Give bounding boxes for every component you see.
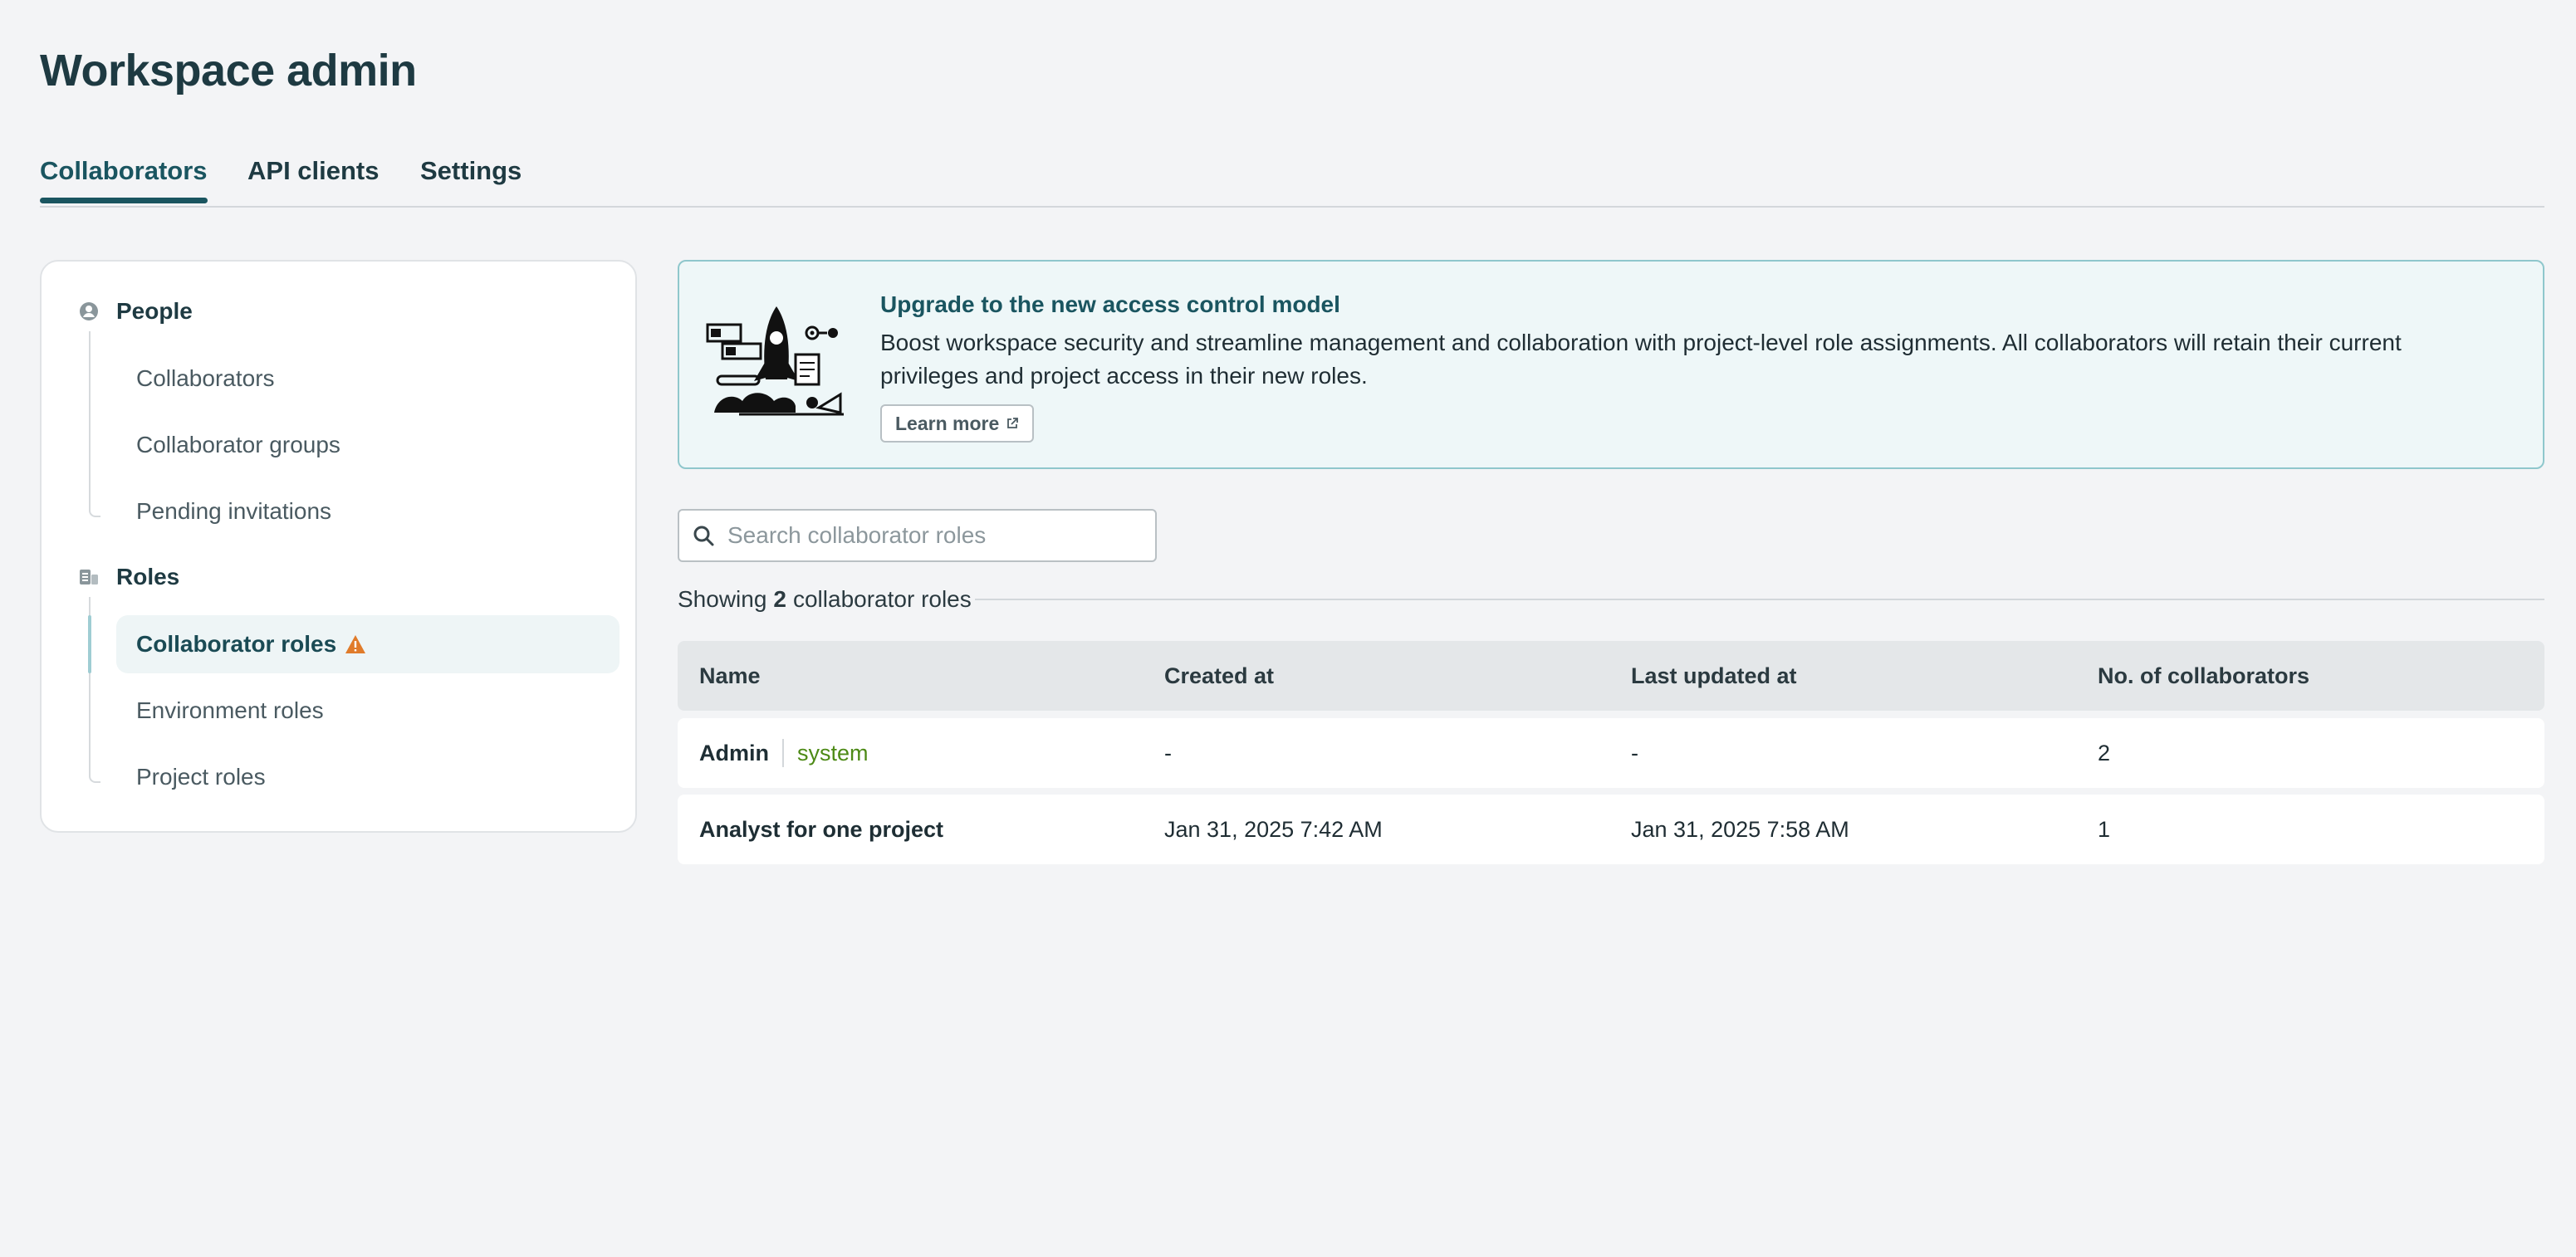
sidebar-item-collaborator-groups[interactable]: Collaborator groups xyxy=(116,416,620,474)
tab-api-clients[interactable]: API clients xyxy=(247,156,380,201)
summary-count: 2 xyxy=(773,586,786,612)
table-header: Name Created at Last updated at No. of c… xyxy=(678,641,2544,711)
sidebar-item-project-roles[interactable]: Project roles xyxy=(116,748,620,806)
created-at-cell: - xyxy=(1164,740,1172,765)
table-row[interactable]: Analyst for one project Jan 31, 2025 7:4… xyxy=(678,795,2544,864)
column-header-collaborator-count[interactable]: No. of collaborators xyxy=(2098,641,2309,711)
rocket-illustration xyxy=(706,303,847,419)
system-badge: system xyxy=(797,740,869,765)
sidebar: People Collaborators Collaborator groups… xyxy=(40,260,637,833)
banner-content: Upgrade to the new access control model … xyxy=(880,291,2493,443)
sidebar-section-label: Roles xyxy=(116,564,180,589)
column-header-created-at[interactable]: Created at xyxy=(1164,641,1274,711)
results-summary: Showing 2 collaborator roles xyxy=(678,583,972,616)
sidebar-section-label: People xyxy=(116,298,193,324)
upgrade-banner: Upgrade to the new access control model … xyxy=(678,260,2544,469)
role-name-cell: Admin system xyxy=(699,718,869,788)
learn-more-button[interactable]: Learn more xyxy=(880,404,1035,443)
warning-icon xyxy=(345,634,366,654)
summary-prefix: Showing xyxy=(678,586,767,612)
tree-line xyxy=(89,331,100,517)
collaborator-count-cell: 1 xyxy=(2098,816,2111,842)
learn-more-label: Learn more xyxy=(895,412,1000,434)
sidebar-item-pending-invitations[interactable]: Pending invitations xyxy=(116,482,620,540)
external-link-icon xyxy=(1007,418,1019,428)
last-updated-cell: Jan 31, 2025 7:58 AM xyxy=(1631,816,1849,842)
role-name-cell: Analyst for one project xyxy=(699,816,944,842)
banner-title: Upgrade to the new access control model xyxy=(880,291,1340,317)
tab-settings[interactable]: Settings xyxy=(420,156,522,201)
table-row[interactable]: Admin system - - 2 xyxy=(678,718,2544,788)
tab-collaborators[interactable]: Collaborators xyxy=(40,156,208,203)
column-header-last-updated-at[interactable]: Last updated at xyxy=(1631,641,1797,711)
last-updated-cell: - xyxy=(1631,740,1638,765)
active-indicator xyxy=(88,615,91,673)
search-box xyxy=(678,509,1157,562)
divider xyxy=(782,739,784,767)
user-circle-icon xyxy=(78,301,100,322)
page-title: Workspace admin xyxy=(40,46,417,95)
search-input[interactable] xyxy=(727,522,1126,549)
column-header-name[interactable]: Name xyxy=(699,641,761,711)
divider xyxy=(975,599,2544,600)
role-name: Admin xyxy=(699,740,769,765)
created-at-cell: Jan 31, 2025 7:42 AM xyxy=(1164,816,1383,842)
sidebar-section-people: People xyxy=(78,295,193,328)
sidebar-item-collaborator-roles[interactable]: Collaborator roles xyxy=(116,615,620,673)
sidebar-item-collaborators[interactable]: Collaborators xyxy=(116,350,620,408)
tab-bar: Collaborators API clients Settings xyxy=(40,153,2544,208)
sidebar-section-roles: Roles xyxy=(78,560,179,594)
banner-description: Boost workspace security and streamline … xyxy=(880,330,2402,389)
search-icon xyxy=(693,526,714,546)
summary-suffix: collaborator roles xyxy=(792,586,972,612)
collaborator-count-cell: 2 xyxy=(2098,740,2111,765)
roles-icon xyxy=(78,566,100,588)
sidebar-item-label: Collaborator roles xyxy=(136,631,337,657)
sidebar-item-environment-roles[interactable]: Environment roles xyxy=(116,682,620,740)
